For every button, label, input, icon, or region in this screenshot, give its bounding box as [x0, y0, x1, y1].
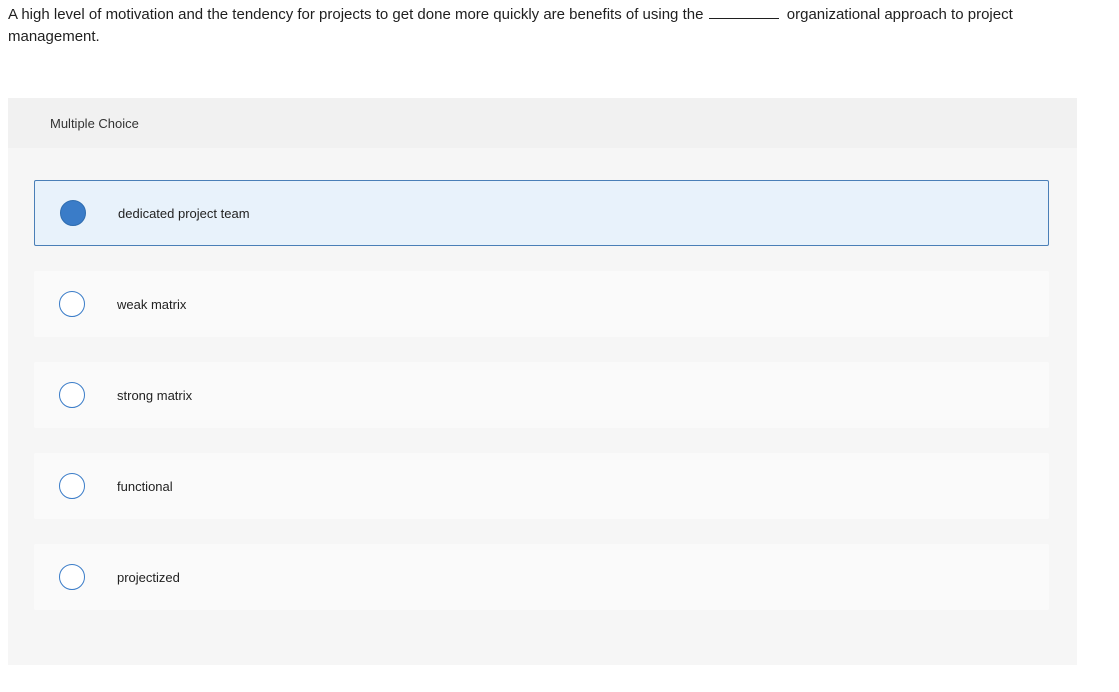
option-projectized[interactable]: projectized — [34, 544, 1049, 610]
radio-button[interactable] — [59, 564, 85, 590]
radio-button[interactable] — [59, 382, 85, 408]
option-label: functional — [117, 478, 173, 494]
answer-panel: Multiple Choice dedicated project team w… — [8, 98, 1077, 665]
option-label: strong matrix — [117, 387, 193, 403]
answer-blank — [708, 4, 779, 19]
radio-button[interactable] — [59, 473, 85, 499]
radio-button[interactable] — [59, 291, 85, 317]
question-type-label: Multiple Choice — [50, 115, 139, 131]
panel-header: Multiple Choice — [8, 98, 1077, 148]
question-text-before: A high level of motivation and the tende… — [8, 6, 704, 23]
option-label: weak matrix — [117, 296, 187, 312]
option-functional[interactable]: functional — [34, 453, 1049, 519]
question-text: A high level of motivation and the tende… — [8, 4, 1083, 47]
radio-button-selected[interactable] — [60, 200, 86, 226]
option-label: projectized — [117, 569, 180, 585]
option-strong-matrix[interactable]: strong matrix — [34, 362, 1049, 428]
option-dedicated-project-team[interactable]: dedicated project team — [34, 180, 1049, 246]
option-weak-matrix[interactable]: weak matrix — [34, 271, 1049, 337]
option-label: dedicated project team — [118, 205, 250, 221]
options-list: dedicated project team weak matrix stron… — [34, 180, 1049, 635]
